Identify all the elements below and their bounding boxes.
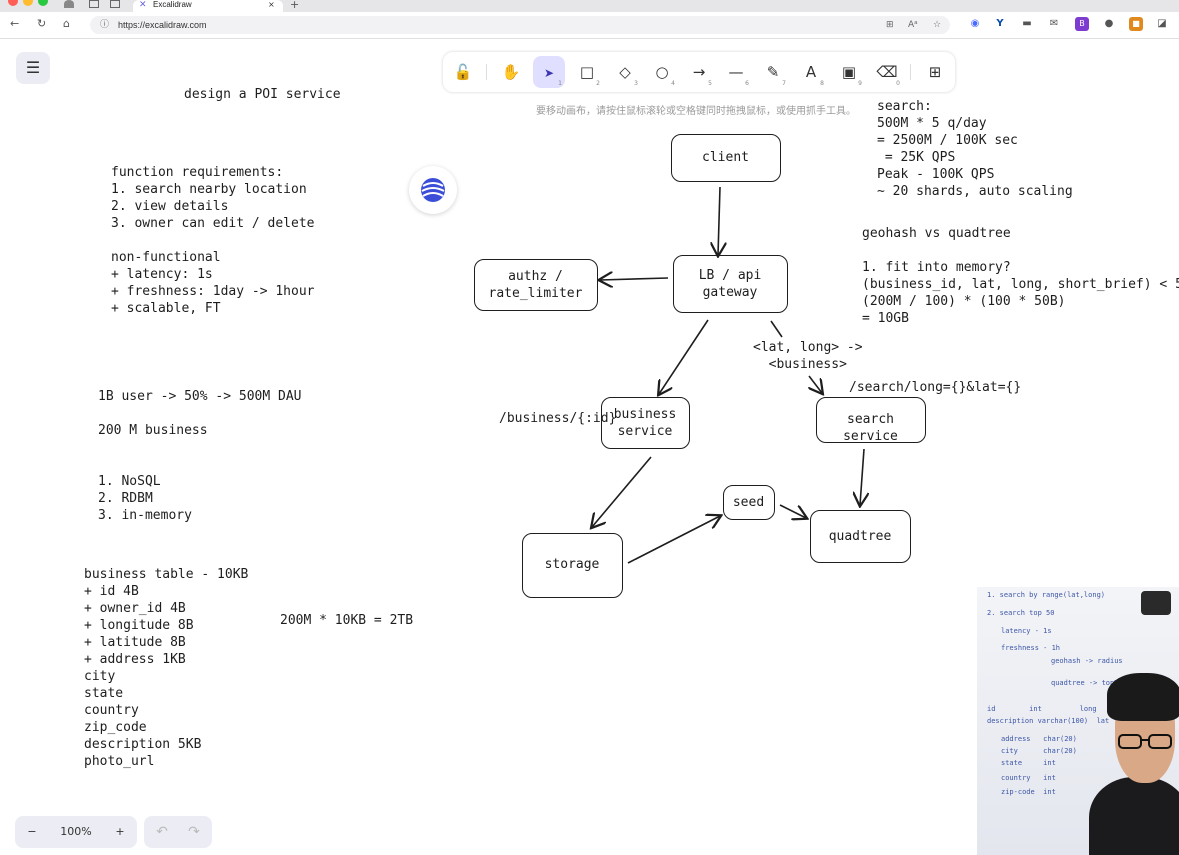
redo-button[interactable]: ↷ bbox=[179, 816, 209, 848]
arrow-gateway-to-search-tail[interactable] bbox=[770, 320, 783, 338]
board-note: latency - 1s bbox=[1001, 627, 1052, 635]
zoom-out-button[interactable]: − bbox=[15, 816, 49, 848]
zoom-level[interactable]: 100% bbox=[51, 816, 101, 848]
board-note: 2. search top 50 bbox=[987, 609, 1055, 617]
history-controls: ↶ ↷ bbox=[144, 816, 212, 848]
board-note: zip-code int bbox=[1001, 788, 1056, 796]
arrow-gateway-to-search[interactable] bbox=[809, 375, 822, 393]
arrow-storage-to-seed[interactable] bbox=[627, 516, 720, 564]
arrow-gateway-to-business[interactable] bbox=[659, 319, 709, 394]
arrow-gateway-to-authz[interactable] bbox=[600, 278, 669, 280]
arrow-seed-to-quadtree[interactable] bbox=[779, 504, 806, 518]
arrow-search-to-quadtree[interactable] bbox=[860, 448, 864, 505]
board-note: address char(20) bbox=[1001, 735, 1077, 743]
board-note: freshness - 1h bbox=[1001, 644, 1061, 652]
board-note: state int bbox=[1001, 759, 1056, 767]
undo-button[interactable]: ↶ bbox=[147, 816, 177, 848]
board-note: 1. search by range(lat,long) bbox=[987, 591, 1106, 599]
presenter-hair bbox=[1107, 673, 1179, 721]
arrow-business-to-storage[interactable] bbox=[592, 456, 652, 527]
speaker-device bbox=[1141, 591, 1171, 615]
presenter-body bbox=[1089, 777, 1179, 855]
webcam-overlay: 1. search by range(lat,long) 2. search t… bbox=[977, 587, 1179, 855]
arrow-client-to-gateway[interactable] bbox=[718, 186, 720, 255]
glasses-icon bbox=[1118, 734, 1172, 749]
board-note: description varchar(100) lat bbox=[987, 717, 1110, 725]
board-note: country int bbox=[1001, 774, 1056, 782]
board-note: city char(20) bbox=[1001, 747, 1077, 755]
board-note: geohash -> radius bbox=[1051, 657, 1123, 665]
board-note: id int long bbox=[987, 705, 1097, 713]
zoom-controls: − 100% + bbox=[15, 816, 137, 848]
zoom-in-button[interactable]: + bbox=[103, 816, 137, 848]
